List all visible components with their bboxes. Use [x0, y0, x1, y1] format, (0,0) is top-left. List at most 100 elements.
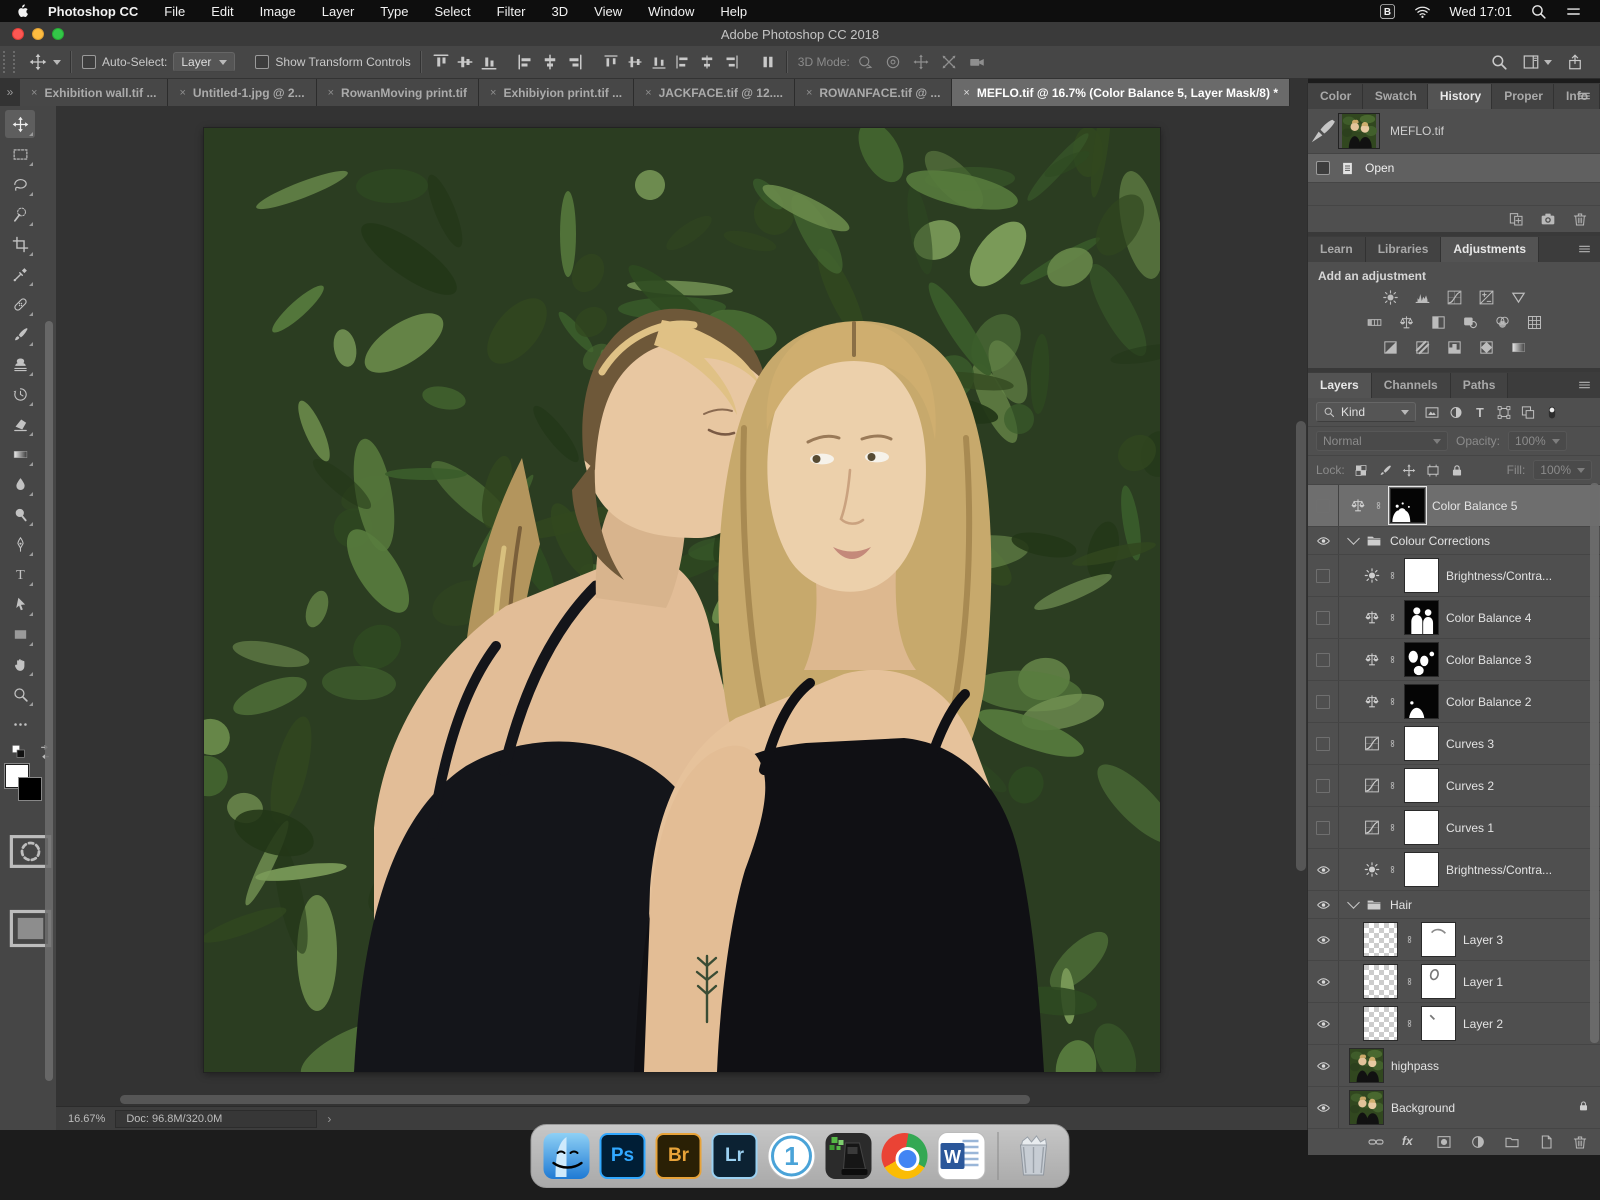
layer-mask-thumbnail[interactable] [1404, 852, 1439, 887]
visibility-toggle[interactable] [1308, 1087, 1339, 1128]
curves-adjustment-icon[interactable] [1445, 289, 1464, 306]
tab-channels[interactable]: Channels [1371, 373, 1451, 398]
align-bottom-button[interactable] [480, 53, 498, 71]
workspace-switcher-icon[interactable] [1522, 53, 1540, 71]
tab-libraries[interactable]: Libraries [1365, 237, 1442, 262]
dock-icon-lightroom[interactable]: Lr [711, 1133, 758, 1179]
filter-shape-layers-icon[interactable] [1496, 405, 1512, 420]
color-lookup-adjustment-icon[interactable] [1525, 314, 1544, 331]
history-brush-tool[interactable] [5, 380, 35, 408]
visibility-toggle[interactable] [1308, 1003, 1339, 1044]
new-group-folder-icon[interactable] [1504, 1134, 1520, 1150]
layer-mask-thumbnail[interactable] [1404, 600, 1439, 635]
menubar-item-layer[interactable]: Layer [322, 4, 355, 19]
document-tab-6[interactable]: × MEFLO.tif @ 16.7% (Color Balance 5, Lay… [952, 79, 1290, 106]
layer-mask-thumbnail[interactable] [1404, 768, 1439, 803]
close-tab-icon[interactable]: × [963, 87, 969, 99]
exposure-adjustment-icon[interactable] [1477, 289, 1496, 306]
visibility-toggle[interactable] [1308, 849, 1339, 890]
tab-paths[interactable]: Paths [1450, 373, 1509, 398]
layer-row-color-balance-5[interactable]: Color Balance 5 [1308, 485, 1600, 527]
document-tab-5[interactable]: × ROWANFACE.tif @ ... [794, 79, 953, 106]
crop-tool[interactable] [5, 230, 35, 258]
layer-mask-thumbnail[interactable] [1421, 964, 1456, 999]
dock-icon-scanner[interactable] [825, 1133, 872, 1179]
document-canvas-photo[interactable] [204, 128, 1160, 1072]
filter-smart-objects-icon[interactable] [1520, 405, 1536, 420]
filter-toggle-pill[interactable] [1544, 405, 1560, 420]
dist-right-button[interactable] [722, 53, 740, 71]
move-tool[interactable] [5, 110, 35, 138]
gradient-map-adjustment-icon[interactable] [1477, 339, 1496, 356]
document-tab-2[interactable]: × RowanMoving print.tif [316, 79, 480, 106]
dist-hcenter-button[interactable] [698, 53, 716, 71]
dock-icon-finder[interactable] [543, 1133, 590, 1179]
selective-color-adjustment-icon[interactable] [1509, 339, 1528, 356]
layer-row-curves-1[interactable]: Curves 1 [1308, 807, 1600, 849]
menubar-item-type[interactable]: Type [380, 4, 408, 19]
menubar-item-window[interactable]: Window [648, 4, 694, 19]
brush-tool[interactable] [5, 320, 35, 348]
bootcamp-status-icon[interactable]: B [1379, 3, 1396, 20]
roll3d-button[interactable] [884, 53, 902, 71]
dock-icon-capture-one[interactable]: 1 [767, 1132, 816, 1180]
menubar-item-image[interactable]: Image [260, 4, 296, 19]
layer-thumbnail[interactable] [1349, 1048, 1384, 1083]
layers-scrollbar[interactable] [1590, 483, 1599, 1043]
menubar-clock[interactable]: Wed 17:01 [1449, 4, 1512, 19]
close-tab-icon[interactable]: × [645, 87, 651, 99]
search-icon[interactable] [1490, 53, 1508, 71]
layer-row-color-balance-4[interactable]: Color Balance 4 [1308, 597, 1600, 639]
tab-learn[interactable]: Learn [1308, 237, 1366, 262]
menubar-item-3d[interactable]: 3D [552, 4, 569, 19]
rectangle-tool[interactable] [5, 620, 35, 648]
blur-tool[interactable] [5, 470, 35, 498]
quick-selection-tool[interactable] [5, 200, 35, 228]
rectangular-marquee-tool[interactable] [5, 140, 35, 168]
history-snapshot-thumbnail[interactable] [1338, 113, 1380, 149]
panel-collapse-chevrons[interactable]: » [0, 85, 20, 106]
visibility-toggle[interactable] [1308, 765, 1339, 806]
background-color-swatch[interactable] [18, 777, 42, 801]
layer-row-hair[interactable]: Hair [1308, 891, 1600, 919]
visibility-toggle[interactable] [1308, 919, 1339, 960]
lock-all-icon[interactable] [1449, 463, 1465, 478]
tab-color[interactable]: Color [1308, 84, 1363, 109]
dist-left-button[interactable] [674, 53, 692, 71]
wifi-icon[interactable] [1414, 3, 1431, 20]
path-selection-tool[interactable] [5, 590, 35, 618]
layer-mask-thumbnail[interactable] [1388, 486, 1427, 525]
layer-row-highpass[interactable]: highpass [1308, 1045, 1600, 1087]
layer-row-curves-2[interactable]: Curves 2 [1308, 765, 1600, 807]
new-snapshot-camera-icon[interactable] [1540, 211, 1556, 227]
tab-proper[interactable]: Proper [1492, 84, 1555, 109]
canvas-horizontal-scrollbar[interactable] [120, 1095, 1030, 1104]
edit-toolbar-tool[interactable] [5, 710, 35, 738]
share-icon[interactable] [1566, 53, 1584, 71]
layer-mask-thumbnail[interactable] [1404, 684, 1439, 719]
panel-menu-icon[interactable] [1577, 379, 1592, 391]
threshold-adjustment-icon[interactable] [1445, 339, 1464, 356]
dock-icon-bridge[interactable]: Br [655, 1133, 702, 1179]
layer-thumbnail[interactable] [1363, 964, 1398, 999]
posterize-adjustment-icon[interactable] [1413, 339, 1432, 356]
visibility-toggle[interactable] [1308, 639, 1339, 680]
channel-mixer-adjustment-icon[interactable] [1493, 314, 1512, 331]
minimize-window-button[interactable] [32, 28, 44, 40]
align-hcenter-button[interactable] [541, 53, 559, 71]
dock-icon-photoshop[interactable]: Ps [599, 1133, 646, 1179]
link-layers-icon[interactable] [1368, 1134, 1384, 1150]
photo-filter-adjustment-icon[interactable] [1461, 314, 1480, 331]
close-tab-icon[interactable]: × [31, 87, 37, 99]
add-layer-mask-icon[interactable] [1436, 1134, 1452, 1150]
close-tab-icon[interactable]: × [328, 87, 334, 99]
layer-mask-thumbnail[interactable] [1404, 810, 1439, 845]
visibility-toggle[interactable] [1308, 485, 1339, 526]
levels-adjustment-icon[interactable] [1413, 289, 1432, 306]
canvas-vertical-scrollbar[interactable] [1296, 421, 1306, 871]
document-tab-0[interactable]: × Exhibition wall.tif ... [20, 79, 169, 106]
layer-filter-kind-dropdown[interactable]: Kind [1316, 402, 1416, 422]
dist-top-button[interactable] [602, 53, 620, 71]
gradient-tool[interactable] [5, 440, 35, 468]
opacity-field[interactable]: 100% [1508, 431, 1567, 451]
